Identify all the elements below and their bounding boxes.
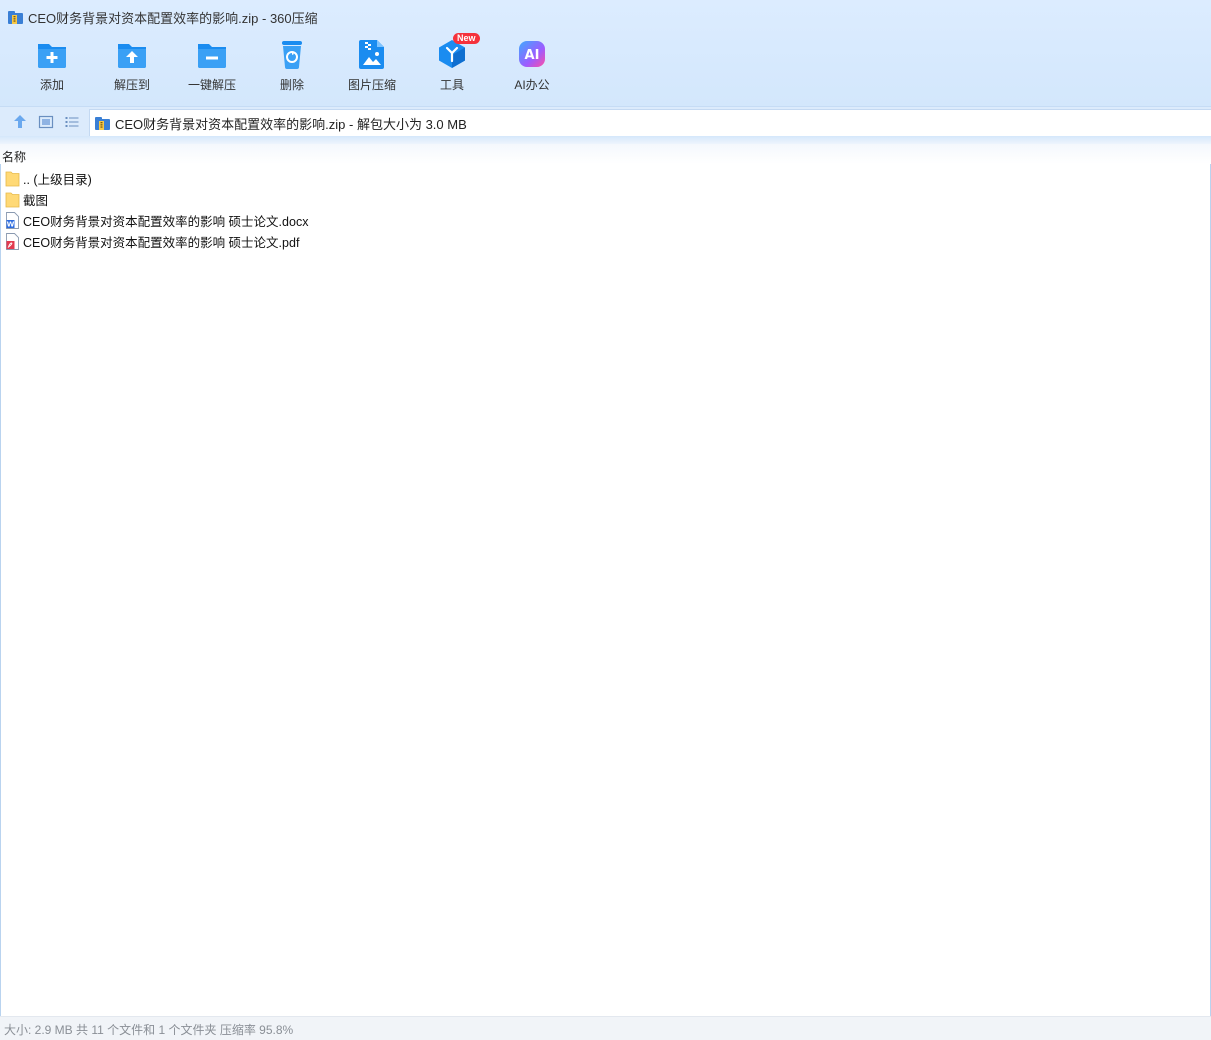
word-document-icon: W xyxy=(6,212,19,229)
address-bar[interactable]: CEO财务背景对资本配置效率的影响.zip - 解包大小为 3.0 MB xyxy=(89,109,1211,137)
list-item-folder[interactable]: 截图 xyxy=(0,189,1211,210)
one-click-extract-button[interactable]: 一键解压 xyxy=(172,38,252,98)
file-name: .. (上级目录) xyxy=(23,173,92,187)
pdf-document-icon xyxy=(6,233,19,250)
window-title: CEO财务背景对资本配置效率的影响.zip - 360压缩 xyxy=(28,10,318,26)
title-bar: CEO财务背景对资本配置效率的影响.zip - 360压缩 xyxy=(8,8,318,26)
navbar-divider xyxy=(0,136,1211,144)
svg-text:W: W xyxy=(7,221,15,229)
one-click-extract-icon xyxy=(198,44,226,68)
navigation-bar: CEO财务背景对资本配置效率的影响.zip - 解包大小为 3.0 MB xyxy=(0,106,1211,137)
file-list: .. (上级目录) 截图 W CEO财务背景对资本配置效率的影响 硕士论文.do… xyxy=(0,168,1211,252)
tools-button[interactable]: New 工具 xyxy=(412,33,492,98)
new-badge: New xyxy=(453,33,480,44)
zip-archive-icon xyxy=(8,10,23,24)
toolbar: 添加 解压到 一键解压 删除 图片压缩 New 工具 AI AI办公 xyxy=(12,33,572,98)
folder-icon xyxy=(5,171,20,187)
add-icon xyxy=(38,44,66,68)
header: CEO财务背景对资本配置效率的影响.zip - 360压缩 添加 解压到 一键解… xyxy=(0,0,1211,106)
up-arrow-icon[interactable] xyxy=(12,114,28,130)
list-item-docx[interactable]: W CEO财务背景对资本配置效率的影响 硕士论文.docx xyxy=(0,210,1211,231)
file-name: CEO财务背景对资本配置效率的影响 硕士论文.docx xyxy=(23,215,309,229)
address-path: CEO财务背景对资本配置效率的影响.zip - 解包大小为 3.0 MB xyxy=(115,116,467,132)
status-bar: 大小: 2.9 MB 共 11 个文件和 1 个文件夹 压缩率 95.8% xyxy=(0,1016,1211,1040)
folder-icon xyxy=(5,192,20,208)
ai-office-button[interactable]: AI AI办公 xyxy=(492,38,572,98)
file-name: 截图 xyxy=(23,194,49,208)
ai-office-icon: AI xyxy=(519,41,545,67)
ai-office-label: AI办公 xyxy=(514,78,550,92)
extract-to-icon xyxy=(118,44,146,68)
file-name: CEO财务背景对资本配置效率的影响 硕士论文.pdf xyxy=(23,236,300,250)
zip-archive-icon xyxy=(95,116,110,130)
thumbnail-view-icon[interactable] xyxy=(38,114,54,130)
add-button[interactable]: 添加 xyxy=(12,38,92,98)
delete-button[interactable]: 删除 xyxy=(252,38,332,98)
list-item-parent-directory[interactable]: .. (上级目录) xyxy=(0,168,1211,189)
list-header: 名称 xyxy=(0,144,1211,164)
ai-icon-text: AI xyxy=(525,48,540,63)
image-compress-icon xyxy=(359,40,384,69)
one-click-extract-label: 一键解压 xyxy=(187,78,236,92)
delete-label: 删除 xyxy=(279,78,304,92)
tools-label: 工具 xyxy=(439,78,464,92)
list-item-pdf[interactable]: CEO财务背景对资本配置效率的影响 硕士论文.pdf xyxy=(0,231,1211,252)
image-compress-label: 图片压缩 xyxy=(347,78,396,92)
column-header-name[interactable]: 名称 xyxy=(2,148,26,165)
status-text: 大小: 2.9 MB 共 11 个文件和 1 个文件夹 压缩率 95.8% xyxy=(4,1023,294,1037)
delete-icon xyxy=(282,41,302,69)
image-compress-button[interactable]: 图片压缩 xyxy=(332,38,412,98)
extract-to-button[interactable]: 解压到 xyxy=(92,38,172,98)
list-view-icon[interactable] xyxy=(64,114,80,130)
add-label: 添加 xyxy=(39,78,64,92)
extract-to-label: 解压到 xyxy=(113,78,150,92)
